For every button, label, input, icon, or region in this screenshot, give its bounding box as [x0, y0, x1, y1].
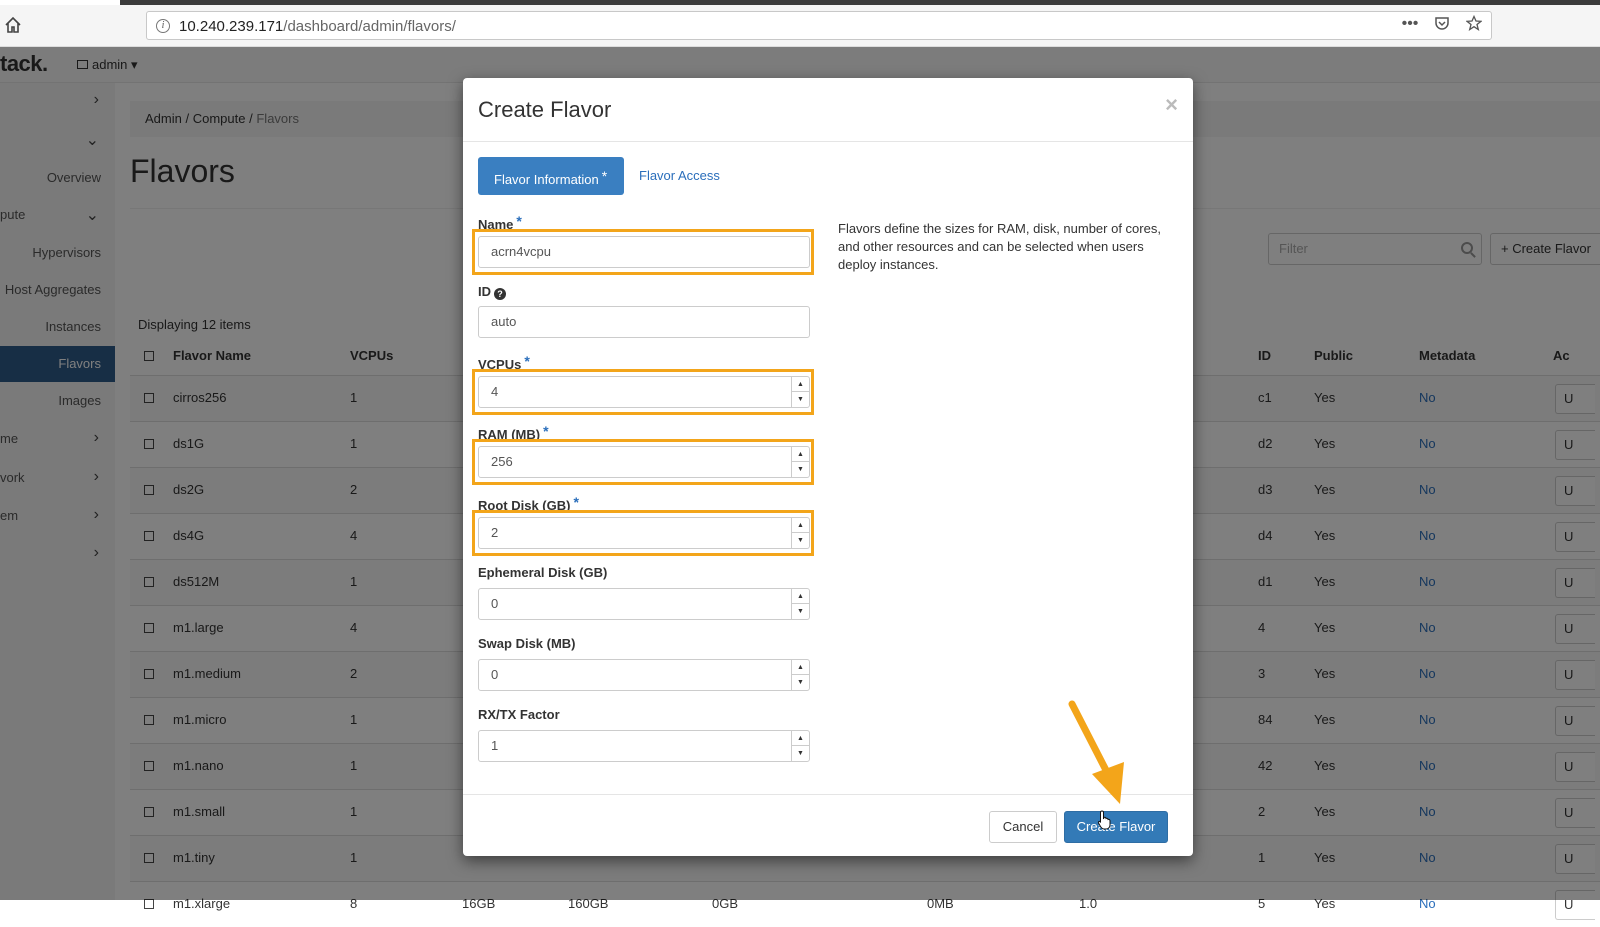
swap-disk-input[interactable]: 0 ▲ ▼	[478, 659, 810, 691]
vcpus-input[interactable]: 4 ▲ ▼	[478, 376, 810, 408]
modal-header: Create Flavor ×	[463, 78, 1193, 142]
ram-input[interactable]: 256 ▲ ▼	[478, 446, 810, 478]
help-text: Flavors define the sizes for RAM, disk, …	[838, 221, 1161, 272]
modal-body: Flavor Information * Flavor Access Name * …	[463, 143, 1193, 793]
url-host: 10.240.239.171	[179, 18, 284, 35]
required-mark: *	[573, 494, 579, 510]
rxtx-factor-value: 1	[491, 738, 499, 753]
rxtx-factor-label: RX/TX Factor	[478, 707, 560, 722]
more-icon[interactable]: •••	[1401, 15, 1419, 36]
increment-icon[interactable]: ▲	[792, 518, 809, 533]
id-input[interactable]: auto	[478, 306, 810, 338]
ephemeral-disk-value: 0	[491, 596, 499, 611]
modal-title: Create Flavor	[478, 97, 612, 122]
decrement-icon[interactable]: ▼	[792, 675, 809, 690]
home-icon[interactable]	[4, 16, 22, 34]
root-disk-value: 2	[491, 525, 499, 540]
increment-icon[interactable]: ▲	[792, 731, 809, 746]
ephemeral-disk-input[interactable]: 0 ▲ ▼	[478, 588, 810, 620]
pointer-cursor-icon	[1097, 810, 1111, 830]
cancel-button[interactable]: Cancel	[989, 811, 1057, 843]
decrement-icon[interactable]: ▼	[792, 533, 809, 548]
vcpus-stepper[interactable]: ▲ ▼	[791, 377, 809, 407]
ephemeral-disk-label: Ephemeral Disk (GB)	[478, 565, 608, 580]
site-info-icon[interactable]: i	[156, 19, 170, 33]
bookmark-star-icon[interactable]	[1465, 14, 1483, 36]
decrement-icon[interactable]: ▼	[792, 462, 809, 477]
browser-toolbar: i 10.240.239.171/dashboard/admin/flavors…	[0, 5, 1600, 47]
close-icon[interactable]: ×	[1165, 92, 1178, 118]
increment-icon[interactable]: ▲	[792, 660, 809, 675]
name-input[interactable]: acrn4vcpu	[478, 236, 810, 268]
ram-value: 256	[491, 454, 513, 469]
required-mark: *	[524, 353, 530, 369]
increment-icon[interactable]: ▲	[792, 589, 809, 604]
tab-flavor-access[interactable]: Flavor Access	[623, 157, 736, 195]
help-icon[interactable]: ?	[494, 288, 506, 300]
increment-icon[interactable]: ▲	[792, 377, 809, 392]
row-checkbox[interactable]	[144, 899, 154, 909]
root-disk-stepper[interactable]: ▲ ▼	[791, 518, 809, 548]
decrement-icon[interactable]: ▼	[792, 392, 809, 407]
annotation-arrow-icon	[1068, 700, 1124, 804]
required-mark: *	[543, 423, 549, 439]
tab-flavor-information[interactable]: Flavor Information *	[478, 157, 624, 195]
url-path: /dashboard/admin/flavors/	[283, 18, 456, 35]
rxtx-factor-stepper[interactable]: ▲ ▼	[791, 731, 809, 761]
pocket-icon[interactable]	[1433, 15, 1451, 36]
decrement-icon[interactable]: ▼	[792, 604, 809, 619]
ephemeral-disk-stepper[interactable]: ▲ ▼	[791, 589, 809, 619]
id-label: ID?	[478, 284, 506, 300]
address-bar[interactable]: i 10.240.239.171/dashboard/admin/flavors…	[146, 11, 1492, 40]
swap-disk-value: 0	[491, 667, 499, 682]
required-mark: *	[601, 168, 608, 184]
required-mark: *	[516, 213, 522, 229]
create-flavor-submit-button[interactable]: Create Flavor	[1064, 811, 1168, 843]
ram-stepper[interactable]: ▲ ▼	[791, 447, 809, 477]
rxtx-factor-input[interactable]: 1 ▲ ▼	[478, 730, 810, 762]
increment-icon[interactable]: ▲	[792, 447, 809, 462]
vcpus-value: 4	[491, 384, 499, 399]
decrement-icon[interactable]: ▼	[792, 746, 809, 761]
tab-label: Flavor Information	[494, 172, 599, 187]
id-label-text: ID	[478, 284, 491, 299]
url-text[interactable]: 10.240.239.171/dashboard/admin/flavors/	[179, 18, 456, 35]
swap-disk-label: Swap Disk (MB)	[478, 636, 576, 651]
root-disk-input[interactable]: 2 ▲ ▼	[478, 517, 810, 549]
swap-disk-stepper[interactable]: ▲ ▼	[791, 660, 809, 690]
